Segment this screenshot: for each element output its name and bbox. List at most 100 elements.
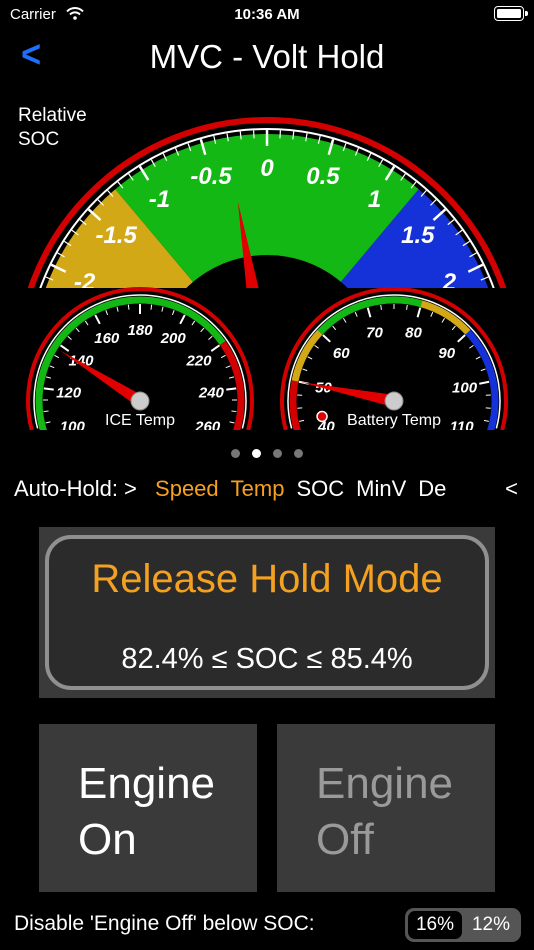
gauge-tick-label: 80: [405, 325, 422, 342]
gauge-tick-label: 220: [185, 353, 212, 370]
gauge-tick-label: 180: [127, 322, 153, 339]
soc-option-12[interactable]: 12%: [464, 911, 518, 939]
engine-off-button[interactable]: Engine Off: [277, 724, 495, 892]
gauge-color-band: [289, 380, 301, 430]
soc-tick-label: 1.5: [401, 222, 435, 249]
gauge-tick: [430, 311, 434, 317]
gauge-tick-label: 200: [160, 330, 187, 347]
gauge-tick: [307, 356, 313, 360]
gauge-tick: [67, 335, 72, 340]
auto-hold-option[interactable]: MinV: [356, 476, 406, 501]
needle-hub: [130, 391, 150, 411]
gauge-tick: [314, 344, 319, 349]
gauge-tick: [45, 376, 52, 379]
page-indicator[interactable]: [0, 445, 534, 463]
ice-temp-gauge: 100120140160 180 200220240260ICE Temp: [26, 287, 254, 430]
gauge-tick: [200, 327, 205, 333]
relative-soc-label: Relative SOC: [18, 105, 87, 150]
gauge-tick: [116, 306, 119, 312]
gauge-tick: [479, 380, 490, 385]
gauge-tick: [191, 320, 196, 326]
gauge-tick-label: 90: [438, 345, 455, 362]
gauge-tick: [366, 307, 372, 318]
auto-hold-option[interactable]: Speed: [155, 476, 219, 501]
status-time: 10:36 AM: [234, 6, 300, 23]
engine-on-button[interactable]: Engine On: [39, 724, 257, 892]
soc-threshold-segmented-control: 16% 12%: [405, 908, 521, 942]
soc-range-text: 82.4% ≤ SOC ≤ 85.4%: [121, 643, 413, 675]
gauge-tick: [105, 310, 109, 316]
gauge-tick-label: 120: [56, 385, 82, 402]
gauge-tick: [299, 419, 305, 422]
gauge-tick: [457, 334, 466, 343]
gauge-tick: [94, 314, 101, 325]
gauge-tick: [226, 387, 237, 391]
gauge-tick: [59, 344, 70, 352]
gauge-tick-label: 110: [450, 419, 475, 430]
auto-hold-option[interactable]: SOC: [296, 476, 344, 501]
gauge-tick: [43, 387, 54, 391]
gauge-tick-label: 100: [452, 380, 478, 397]
gauge-tick: [416, 307, 422, 318]
gauge-tick: [380, 304, 382, 310]
gauge-tick: [480, 368, 486, 372]
status-bar: Carrier 10:36 AM: [0, 0, 534, 30]
battery-icon: [494, 6, 528, 21]
disable-engine-off-label: Disable 'Engine Off' below SOC:: [14, 912, 315, 935]
gauge-tick: [451, 325, 456, 331]
gauge-tick: [161, 306, 164, 312]
gauge-tick: [43, 410, 49, 413]
auto-hold-option[interactable]: Temp: [231, 476, 285, 501]
gauge-tick: [469, 344, 474, 349]
release-hold-title: Release Hold Mode: [91, 557, 443, 601]
gauge-tick: [483, 419, 489, 422]
gauge-tick: [441, 317, 446, 323]
soc-tick-label: -0.5: [190, 163, 232, 190]
gauge-tick-label: 60: [333, 345, 350, 362]
gauge-tick-label: 160: [94, 330, 120, 347]
release-hold-mode-button[interactable]: Release Hold Mode 82.4% ≤ SOC ≤ 85.4%: [39, 527, 495, 698]
gauge-color-band: [219, 341, 245, 430]
engine-on-label: Engine On: [78, 759, 216, 864]
page-dot[interactable]: [231, 449, 240, 458]
needle-hub: [384, 391, 404, 411]
gauge-tick-label: 100: [60, 419, 86, 430]
gauge-tick: [45, 421, 51, 424]
gauge-tick: [75, 327, 80, 333]
auto-hold-suffix[interactable]: <: [505, 476, 518, 502]
limit-marker: [316, 410, 328, 423]
gauge-label: ICE Temp: [105, 412, 175, 429]
page-title: MVC - Volt Hold: [149, 38, 385, 75]
gauge-tick: [220, 354, 226, 359]
soc-option-16[interactable]: 16%: [408, 911, 462, 939]
gauge-tick: [475, 356, 481, 360]
page-dot[interactable]: [252, 449, 261, 458]
gauge-tick: [332, 325, 337, 331]
gauge-tick-label: 240: [198, 385, 225, 402]
gauge-tick: [354, 311, 358, 317]
auto-hold-selector: Auto-Hold: > Speed Temp SOC MinV De <: [14, 476, 534, 506]
gauge-tick: [84, 320, 89, 326]
soc-tick-label: -1.5: [95, 222, 137, 249]
gauge-tick: [54, 354, 60, 359]
gauge-tick: [342, 317, 347, 323]
engine-off-label: Engine Off: [316, 759, 454, 864]
soc-tick-label: -1: [149, 186, 170, 213]
auto-hold-option[interactable]: De: [418, 476, 446, 501]
gauge-tick: [49, 365, 55, 369]
battery-temp-gauge: 405060708090100110Battery Temp: [280, 287, 508, 430]
soc-tick-label: 1: [368, 186, 381, 213]
gauge-tick: [150, 304, 153, 310]
soc-tick-label: 0: [260, 155, 274, 182]
page-dot[interactable]: [294, 449, 303, 458]
gauge-tick: [127, 304, 130, 310]
gauge-tick: [302, 368, 308, 372]
gauge-tick: [225, 365, 231, 369]
gauge-tick: [210, 344, 221, 352]
gauge-tick-label: 260: [194, 419, 221, 430]
page-dot[interactable]: [273, 449, 282, 458]
soc-tick-label: 0.5: [306, 163, 340, 190]
gauge-tick: [229, 421, 235, 424]
gauge-tick: [171, 310, 175, 316]
gauge-tick: [208, 335, 213, 340]
